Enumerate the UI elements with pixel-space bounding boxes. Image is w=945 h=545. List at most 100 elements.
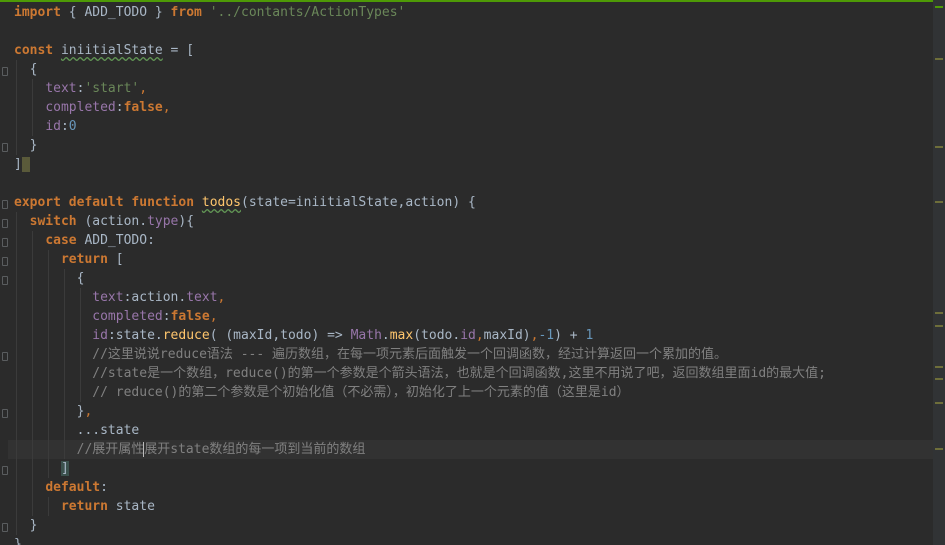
code-line-12: switch (action.type){	[14, 212, 931, 231]
comma: ,	[84, 404, 93, 419]
comment: //state是一个数组，reduce()的第一个参数是个箭头语法，也就是个回调…	[92, 366, 826, 381]
code-area[interactable]: import { ADD_TODO } from '../contants/Ac…	[8, 3, 945, 545]
keyword-default: default	[68, 195, 124, 210]
comma: ,	[209, 309, 218, 324]
code-line-27: return state	[14, 497, 931, 516]
fold-marker[interactable]	[2, 238, 8, 247]
close-bracket: ]	[14, 157, 22, 172]
string-value: 'start'	[84, 81, 140, 96]
variable-name: iniitialState	[60, 43, 163, 58]
keyword-import: import	[14, 5, 61, 20]
number-value: -1	[538, 328, 555, 343]
code-line-5: text:'start',	[14, 79, 931, 98]
comment: //展开属性	[76, 442, 145, 457]
code-editor[interactable]: import { ADD_TODO } from '../contants/Ac…	[0, 0, 945, 545]
return-state: state	[107, 499, 155, 514]
warning-mark[interactable]	[935, 312, 943, 314]
property-text: text	[92, 290, 124, 305]
dot: .	[381, 328, 390, 343]
fold-marker[interactable]	[2, 352, 8, 361]
code-line-15: {	[14, 269, 931, 288]
close-bracket: ]	[60, 461, 69, 476]
code-line-23: ...state	[14, 421, 931, 440]
property-text: text	[45, 81, 77, 96]
code-line-14: return [	[14, 250, 931, 269]
keyword-export: export	[14, 195, 61, 210]
fold-marker[interactable]	[2, 143, 8, 152]
code-line-28: }	[14, 516, 931, 535]
comma: ,	[475, 328, 484, 343]
property-id: id	[45, 119, 61, 134]
code-line-8: }	[14, 136, 931, 155]
comment: //这里说说reduce语法 --- 遍历数组，在每一项元素后面触发一个回调函数…	[92, 347, 728, 362]
open-brace: {	[76, 271, 85, 286]
code-line-4: {	[14, 60, 931, 79]
fold-marker[interactable]	[2, 466, 8, 475]
method-reduce: reduce	[162, 328, 210, 343]
code-line-26: default:	[14, 478, 931, 497]
colon: :	[162, 309, 171, 324]
argument: maxId)	[483, 328, 531, 343]
keyword-from: from	[170, 5, 202, 20]
property-completed: completed	[92, 309, 163, 324]
warning-mark[interactable]	[935, 378, 943, 380]
member-access: :action.	[123, 290, 187, 305]
error-stripe-gutter[interactable]	[933, 0, 945, 545]
text-caret	[21, 157, 30, 172]
warning-mark[interactable]	[935, 58, 943, 60]
colon: :	[60, 119, 69, 134]
keyword-default: default	[45, 480, 101, 495]
warning-mark[interactable]	[935, 325, 943, 327]
keyword-return: return	[60, 499, 108, 514]
warning-mark[interactable]	[935, 402, 943, 404]
code-line-6: completed:false,	[14, 98, 931, 117]
fold-marker[interactable]	[2, 523, 8, 532]
fold-gutter	[0, 0, 10, 545]
function-name: todos	[201, 195, 242, 210]
code-line-11: export default function todos(state=inii…	[14, 193, 931, 212]
keyword-function: function	[131, 195, 195, 210]
status-indicator[interactable]	[935, 6, 943, 8]
code-line-25: ]	[14, 459, 931, 478]
code-line-3: const iniitialState = [	[14, 41, 931, 60]
code-line-17: completed:false,	[14, 307, 931, 326]
fold-marker[interactable]	[2, 67, 8, 76]
colon: :	[115, 100, 124, 115]
warning-mark[interactable]	[935, 448, 943, 450]
comma: ,	[139, 81, 148, 96]
arrow-function: ( (maxId,todo) =>	[209, 328, 351, 343]
code-line-13: case ADD_TODO:	[14, 231, 931, 250]
return-open: [	[107, 252, 124, 267]
plus-op: ) +	[554, 328, 586, 343]
keyword-false: false	[170, 309, 210, 324]
fold-marker[interactable]	[2, 257, 8, 266]
fold-marker[interactable]	[2, 219, 8, 228]
close-brace: }	[14, 537, 22, 545]
code-line-29: }	[14, 535, 931, 545]
function-params: (state=iniitialState,action) {	[241, 195, 476, 210]
property-completed: completed	[45, 100, 116, 115]
warning-mark[interactable]	[935, 366, 943, 368]
fold-marker[interactable]	[2, 276, 8, 285]
comment: 展开state数组的每一项到当前的数组	[144, 442, 366, 457]
colon: :	[100, 480, 108, 495]
code-line-18: id:state.reduce( (maxId,todo) => Math.ma…	[14, 326, 931, 345]
code-line-7: id:0	[14, 117, 931, 136]
property-text: text	[186, 290, 218, 305]
spread-state: ...state	[76, 423, 140, 438]
fold-marker[interactable]	[2, 200, 8, 209]
close-brace: }	[29, 138, 38, 153]
keyword-case: case	[45, 233, 77, 248]
switch-expr: (action.	[76, 214, 148, 229]
open-brace: {	[29, 62, 38, 77]
property-id: id	[92, 328, 108, 343]
comma: ,	[162, 100, 171, 115]
member-access: :state.	[107, 328, 163, 343]
warning-mark[interactable]	[935, 201, 943, 203]
fold-marker[interactable]	[2, 409, 8, 418]
warning-mark[interactable]	[935, 146, 943, 148]
comment: // reduce()的第二个参数是个初始化值（不必需），初始化了上一个元素的值…	[92, 385, 630, 400]
code-line-9: ]	[14, 155, 931, 174]
member-access: (todo.	[413, 328, 461, 343]
